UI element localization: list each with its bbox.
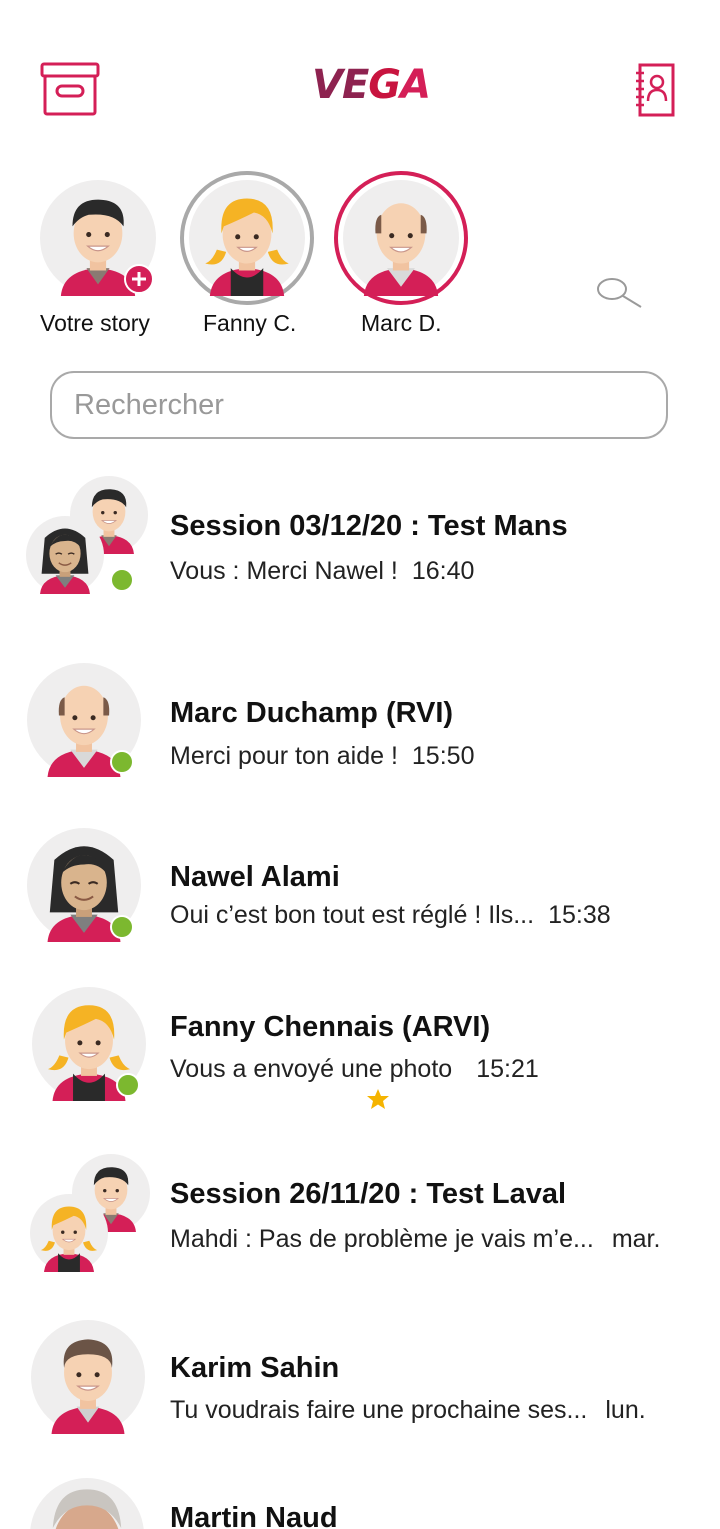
conversation-item[interactable]: Marc Duchamp (RVI) Merci pour ton aide !… xyxy=(0,660,720,790)
conversation-item[interactable]: Fanny Chennais (ARVI) Vous a envoyé une … xyxy=(0,985,720,1115)
preview-time: lun. xyxy=(605,1396,646,1424)
preview-text: Vous : Merci Nawel ! xyxy=(170,557,398,585)
contacts-book-icon xyxy=(636,63,675,117)
story-label: Votre story xyxy=(40,310,150,336)
avatar xyxy=(31,1320,145,1434)
story-marc[interactable] xyxy=(334,171,468,305)
archive-button[interactable] xyxy=(40,62,100,116)
conversation-item[interactable]: Session 26/11/20 : Test Laval Mahdi : Pa… xyxy=(0,1150,720,1290)
conversation-preview: Vous : Merci Nawel ! 16:40 xyxy=(170,557,474,586)
avatar xyxy=(30,1478,144,1529)
preview-time: 15:21 xyxy=(476,1055,539,1083)
online-indicator xyxy=(110,568,134,592)
avatar xyxy=(30,1194,108,1272)
preview-text: Vous a envoyé une photo xyxy=(170,1055,453,1083)
conversation-preview: Merci pour ton aide ! 15:50 xyxy=(170,742,474,771)
conversation-preview: Vous a envoyé une photo 15:21 xyxy=(170,1055,539,1084)
conversation-item[interactable]: Martin Naud xyxy=(0,1470,720,1529)
preview-text: Tu voudrais faire une prochaine ses... xyxy=(170,1396,588,1424)
online-indicator xyxy=(110,915,134,939)
conversation-preview: Tu voudrais faire une prochaine ses... lu… xyxy=(170,1396,646,1425)
star-icon xyxy=(367,1089,389,1109)
archive-box-icon xyxy=(40,62,100,116)
conversation-preview: Oui c’est bon tout est réglé ! Ils... 15:… xyxy=(170,901,611,930)
search-button[interactable] xyxy=(596,276,644,310)
story-label: Marc D. xyxy=(361,310,442,336)
story-fanny[interactable] xyxy=(180,171,314,305)
preview-time: 15:38 xyxy=(548,901,611,929)
logo-part-2: G xyxy=(368,62,401,108)
preview-text: Oui c’est bon tout est réglé ! Ils... xyxy=(170,901,535,929)
logo-part-3: A xyxy=(400,62,431,108)
avatar xyxy=(26,516,104,594)
group-avatar xyxy=(26,476,150,594)
avatar xyxy=(189,180,305,296)
conversation-title: Marc Duchamp (RVI) xyxy=(170,697,454,729)
preview-time: mar. xyxy=(611,1225,661,1253)
avatar xyxy=(343,180,459,296)
group-avatar xyxy=(30,1154,154,1274)
search-input[interactable] xyxy=(74,387,634,423)
conversation-title: Nawel Alami xyxy=(170,861,340,893)
logo-part-1: VE xyxy=(312,62,369,108)
preview-text: Merci pour ton aide ! xyxy=(170,742,398,770)
conversation-title: Karim Sahin xyxy=(170,1352,340,1384)
preview-time: 15:50 xyxy=(411,742,475,770)
story-label: Fanny C. xyxy=(203,310,297,336)
conversation-title: Session 26/11/20 : Test Laval xyxy=(170,1178,567,1210)
preview-time: 16:40 xyxy=(411,557,475,585)
search-icon xyxy=(597,278,642,308)
conversation-title: Fanny Chennais (ARVI) xyxy=(170,1011,491,1043)
conversation-title: Session 03/12/20 : Test Mans xyxy=(170,510,568,542)
add-story-icon[interactable] xyxy=(124,264,154,294)
conversation-preview: Mahdi : Pas de problème je vais m’e... ma… xyxy=(170,1225,660,1254)
conversation-title: Martin Naud xyxy=(170,1502,338,1529)
app-logo: VEGA xyxy=(312,62,431,108)
conversation-item[interactable]: Karim Sahin Tu voudrais faire une procha… xyxy=(0,1318,720,1448)
online-indicator xyxy=(110,750,134,774)
preview-text: Mahdi : Pas de problème je vais m’e... xyxy=(170,1225,594,1253)
search-box xyxy=(50,371,668,439)
conversation-item[interactable]: Session 03/12/20 : Test Mans Vous : Merc… xyxy=(0,470,720,620)
conversation-item[interactable]: Nawel Alami Oui c’est bon tout est réglé… xyxy=(0,825,720,955)
online-indicator xyxy=(116,1073,140,1097)
contacts-button[interactable] xyxy=(634,63,676,117)
story-own[interactable] xyxy=(40,180,156,296)
